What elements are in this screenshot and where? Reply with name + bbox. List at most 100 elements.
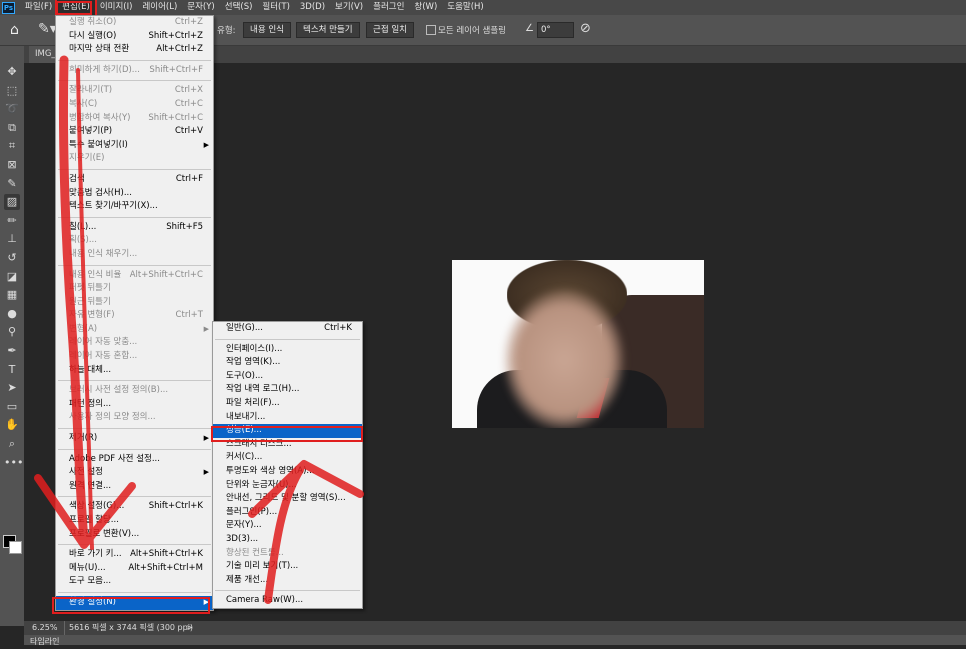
path-select-icon[interactable]: ➤ [4, 380, 20, 396]
menu-item[interactable]: 안내선, 그리드 및 분할 영역(S)... [213, 492, 362, 506]
pressure-icon[interactable]: ⊘ [580, 21, 591, 36]
menu-item[interactable]: 붙여넣기(P) Ctrl+V [56, 125, 213, 139]
menu-item[interactable]: 마지막 상태 전환 Alt+Ctrl+Z [56, 43, 213, 57]
menu-item[interactable]: 다시 실행(O) Shift+Ctrl+Z [56, 30, 213, 44]
history-brush-icon[interactable]: ↺ [4, 250, 20, 266]
menu-item[interactable]: 바로 가기 키... Alt+Shift+Ctrl+K [56, 548, 213, 562]
menu-11[interactable]: 도움말(H) [442, 0, 488, 15]
menu-5[interactable]: 선택(S) [220, 0, 258, 15]
menu-item[interactable]: 성능(E)... [213, 424, 362, 438]
pen-icon[interactable]: ✒ [4, 343, 20, 359]
mode-content-aware[interactable]: 내용 인식 [243, 22, 291, 38]
move-icon[interactable]: ✥ [4, 64, 20, 80]
menu-item[interactable]: 복사(C) Ctrl+C [56, 98, 213, 112]
menu-item[interactable]: 파일 처리(F)... [213, 397, 362, 411]
status-chevron-icon[interactable]: > [186, 621, 193, 635]
blur-icon[interactable]: ● [4, 306, 20, 322]
tool-preset-icon[interactable]: ✎▾ [38, 21, 57, 37]
background-color-swatch[interactable] [9, 541, 22, 554]
menu-item[interactable]: 획(S)... [56, 234, 213, 248]
frame-icon[interactable]: ⊠ [4, 157, 20, 173]
stamp-icon[interactable]: ⊥ [4, 231, 20, 247]
angle-input[interactable]: 0° [537, 22, 574, 38]
menu-item[interactable]: 변형(A) ▶ [56, 323, 213, 337]
menu-item[interactable]: 사전 설정 ▶ [56, 466, 213, 480]
menu-item[interactable]: 내용 인식 채우기... [56, 248, 213, 262]
menu-item[interactable]: 사용자 정의 모양 정의... [56, 411, 213, 425]
marquee-icon[interactable]: ⬚ [4, 83, 20, 99]
eraser-icon[interactable]: ◪ [4, 269, 20, 285]
menu-item[interactable]: Adobe PDF 사전 설정... [56, 453, 213, 467]
menu-9[interactable]: 플러그인 [368, 0, 409, 15]
menu-item[interactable]: 메뉴(U)... Alt+Shift+Ctrl+M [56, 562, 213, 576]
menu-item[interactable]: 커서(C)... [213, 451, 362, 465]
menu-item[interactable]: 도구 모음... [56, 575, 213, 589]
menu-item[interactable]: 제품 개선... [213, 574, 362, 588]
menu-item[interactable]: 스크래치 디스크... [213, 438, 362, 452]
menu-item[interactable]: 프로필로 변환(V)... [56, 528, 213, 542]
menu-item[interactable]: 지우기(E) [56, 152, 213, 166]
menu-item[interactable]: 특수 붙여넣기(I) ▶ [56, 139, 213, 153]
sample-all-layers-checkbox[interactable] [426, 25, 436, 35]
menu-item[interactable]: 퍼펫 뒤틀기 [56, 282, 213, 296]
menu-item[interactable]: 문자(Y)... [213, 519, 362, 533]
menu-item[interactable]: 패턴 정의... [56, 398, 213, 412]
mode-create-texture[interactable]: 텍스처 만들기 [296, 22, 360, 38]
document-image[interactable] [452, 260, 704, 428]
menu-item[interactable]: 3D(3)... [213, 533, 362, 547]
dodge-icon[interactable]: ⚲ [4, 324, 20, 340]
menu-item[interactable]: 향상된 컨트롤... [213, 547, 362, 561]
menu-item[interactable]: 작업 내역 로그(H)... [213, 383, 362, 397]
eyedropper-icon[interactable]: ✎ [4, 176, 20, 192]
menu-item[interactable]: 맞춤법 검사(H)... [56, 187, 213, 201]
home-icon[interactable]: ⌂ [10, 22, 26, 38]
menu-item[interactable]: 도구(O)... [213, 370, 362, 384]
menu-item[interactable]: 브러시 사전 설정 정의(B)... [56, 384, 213, 398]
menu-item[interactable]: 실행 취소(O) Ctrl+Z [56, 16, 213, 30]
menu-item[interactable]: 레이어 자동 혼합... [56, 350, 213, 364]
brush-icon[interactable]: ✏ [4, 213, 20, 229]
menu-item[interactable]: 병합하여 복사(Y) Shift+Ctrl+C [56, 112, 213, 126]
menu-item[interactable]: 기술 미리 보기(T)... [213, 560, 362, 574]
timeline-panel-tab[interactable]: 타임라인 [24, 635, 966, 646]
menu-item[interactable]: 프로필 할당... [56, 514, 213, 528]
mode-proximity-match[interactable]: 근접 일치 [366, 22, 414, 38]
menu-item[interactable]: 단위와 눈금자(U)... [213, 479, 362, 493]
menu-item[interactable]: 일반(G)... Ctrl+K [213, 322, 362, 336]
menu-item[interactable]: 내용 인식 비율 Alt+Shift+Ctrl+C [56, 269, 213, 283]
menu-item[interactable]: 하늘 대체... [56, 364, 213, 378]
menu-7[interactable]: 3D(D) [295, 0, 330, 15]
menu-item[interactable]: 희미하게 하기(D)... Shift+Ctrl+F [56, 64, 213, 78]
healing-brush-icon[interactable]: ▨ [4, 194, 20, 211]
menu-item[interactable]: 색상 설정(G)... Shift+Ctrl+K [56, 500, 213, 514]
menu-item[interactable]: 제거(R) ▶ [56, 432, 213, 446]
menu-item[interactable]: 칠(L)... Shift+F5 [56, 221, 213, 235]
menu-item[interactable]: 플러그인(P)... [213, 506, 362, 520]
menu-item[interactable]: 투명도와 색상 영역(A)... [213, 465, 362, 479]
menu-item[interactable]: 레이어 자동 맞춤... [56, 336, 213, 350]
menu-item[interactable]: 환경 설정(N) ▶ [56, 595, 213, 610]
crop-icon[interactable]: ⌗ [4, 138, 20, 154]
menu-2[interactable]: 이미지(I) [95, 0, 138, 15]
zoom-icon[interactable]: ⌕ [4, 436, 20, 452]
menu-item[interactable]: 인터페이스(I)... [213, 343, 362, 357]
menu-1[interactable]: 편집(E) [55, 0, 97, 17]
menu-8[interactable]: 보기(V) [330, 0, 368, 15]
zoom-level[interactable]: 6.25% [32, 621, 57, 635]
type-icon[interactable]: T [4, 362, 20, 378]
menu-item[interactable]: 원격 연결... [56, 480, 213, 494]
menu-item[interactable]: 검색 Ctrl+F [56, 173, 213, 187]
menu-item[interactable]: 원근 뒤틀기 [56, 296, 213, 310]
menu-item[interactable]: 작업 영역(K)... [213, 356, 362, 370]
more-icon[interactable]: ••• [4, 455, 23, 471]
menu-item[interactable]: Camera Raw(W)... [213, 594, 362, 608]
menu-item[interactable]: 내보내기... [213, 411, 362, 425]
hand-icon[interactable]: ✋ [4, 417, 20, 433]
object-select-icon[interactable]: ⧉ [4, 120, 20, 136]
menu-3[interactable]: 레이어(L) [137, 0, 182, 15]
lasso-icon[interactable]: ➰ [4, 101, 20, 117]
menu-item[interactable]: 잘라내기(T) Ctrl+X [56, 84, 213, 98]
menu-item[interactable]: 자유 변형(F) Ctrl+T [56, 309, 213, 323]
menu-4[interactable]: 문자(Y) [182, 0, 219, 15]
menu-item[interactable]: 텍스트 찾기/바꾸기(X)... [56, 200, 213, 214]
